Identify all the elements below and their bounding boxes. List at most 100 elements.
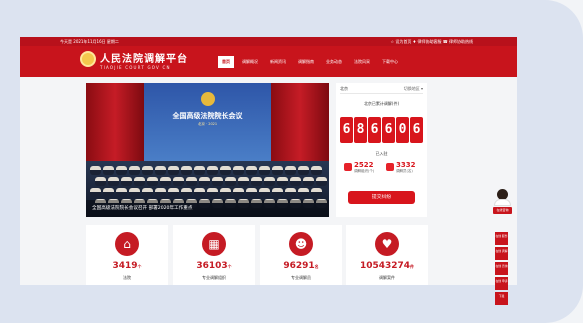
court-emblem-icon[interactable] <box>80 51 96 67</box>
counter-digit: 6 <box>410 117 423 143</box>
audience-member <box>108 177 119 186</box>
stat-value: 36103个 <box>196 261 232 271</box>
submit-dispute-button[interactable]: 提交纠纷 <box>348 191 415 204</box>
audience-member <box>121 177 132 186</box>
nav-downloads[interactable]: 下载中心 <box>378 56 402 68</box>
counter-digits: 6 8 6 6 0 6 <box>340 117 423 143</box>
audience-member <box>290 177 301 186</box>
nav-home[interactable]: 首页 <box>218 56 234 68</box>
audience-member <box>129 188 140 197</box>
audience-member <box>160 177 171 186</box>
court-icon: ⌂ <box>115 232 139 256</box>
nav-overview[interactable]: 调解概况 <box>238 56 262 68</box>
stat-card-mediators[interactable]: ☻ 96291名 专业调解员 <box>260 225 342 285</box>
consultant-body <box>494 199 511 206</box>
stat-value: 3419个 <box>112 261 142 271</box>
audience-member <box>142 188 153 197</box>
audience-member <box>277 177 288 186</box>
audience-member <box>233 188 244 197</box>
joined-title: 已入驻 <box>375 151 388 156</box>
audience-member <box>272 166 283 175</box>
audience-member <box>238 177 249 186</box>
audience-member <box>220 188 231 197</box>
audience-member <box>272 188 283 197</box>
audience-member <box>186 177 197 186</box>
counter-header: 北京 切换地区 ▾ <box>340 86 423 94</box>
audience-member <box>181 188 192 197</box>
audience-member <box>116 188 127 197</box>
audience-member <box>116 166 127 175</box>
audience-member <box>298 188 309 197</box>
red-curtain-right <box>271 83 329 161</box>
counter-title: 北京已累计调解(件) <box>363 101 400 106</box>
top-bar: 今天是 2021年11月16日 星期二 ☆ 设为首页 ♦ 律师协助客服 ☎ 律师… <box>20 37 517 46</box>
audience-member <box>225 177 236 186</box>
organizations-value: 2522 <box>354 161 374 169</box>
counter-digit: 6 <box>368 117 381 143</box>
mediation-counter-panel: 北京 切换地区 ▾ 北京已累计调解(件) 6 8 6 6 0 6 已入驻 252… <box>336 83 427 217</box>
nav-court[interactable]: 法院风采 <box>350 56 374 68</box>
organizations-stat: 2522 调解组织(个) <box>344 161 384 181</box>
audience-member <box>285 188 296 197</box>
audience-member <box>207 188 218 197</box>
stat-card-courts[interactable]: ⌂ 3419个 法院 <box>86 225 168 285</box>
stat-value: 96291名 <box>283 261 319 271</box>
handshake-icon: ♥ <box>375 232 399 256</box>
site-brand[interactable]: 人民法院调解平台 TIAOJIE COURT GOV CN <box>100 50 188 70</box>
stat-value: 10543274件 <box>359 261 415 271</box>
audience-member <box>259 188 270 197</box>
banner-subtitle: 北京 · 2021 <box>197 122 218 126</box>
side-appeal-button[interactable]: 在线 申诉 <box>495 277 508 290</box>
audience-member <box>251 177 262 186</box>
banner-title: 全国高级法院院长会议 <box>172 112 243 120</box>
consultation-label: 在线咨询 <box>493 207 512 214</box>
audience-member <box>103 166 114 175</box>
audience-member <box>220 166 231 175</box>
nav-news[interactable]: 新闻资讯 <box>266 56 290 68</box>
audience-member <box>199 177 210 186</box>
audience-member <box>303 177 314 186</box>
floating-side-menu: 在线 服务 在线 调解 在线 咨询 在线 申诉 下载 <box>495 232 508 307</box>
organizations-label: 调解组织(个) <box>354 169 375 173</box>
main-nav: 首页 调解概况 新闻资讯 调解指南 业务动态 法院风采 下载中心 <box>218 56 402 68</box>
switch-region-button[interactable]: 切换地区 ▾ <box>404 86 423 92</box>
nav-guide[interactable]: 调解指南 <box>294 56 318 68</box>
stat-card-organizations[interactable]: ▦ 36103个 专业调解组织 <box>173 225 255 285</box>
online-consultation-avatar[interactable]: 在线咨询 <box>493 189 512 217</box>
nav-business[interactable]: 业务动态 <box>322 56 346 68</box>
site-header: 人民法院调解平台 TIAOJIE COURT GOV CN 首页 调解概况 新闻… <box>20 46 517 77</box>
site-subtitle: TIAOJIE COURT GOV CN <box>100 65 171 70</box>
audience-member <box>194 166 205 175</box>
top-links[interactable]: ☆ 设为首页 ♦ 律师协助客服 ☎ 律师协助热线 <box>390 37 473 46</box>
mediators-stat: 3332 调解员(名) <box>386 161 426 181</box>
counter-digit: 6 <box>340 117 353 143</box>
audience-member <box>90 166 101 175</box>
stats-cards: ⌂ 3419个 法院 ▦ 36103个 专业调解组织 ☻ 96291名 专业调解… <box>86 225 428 285</box>
audience-member <box>316 177 327 186</box>
stat-card-cases[interactable]: ♥ 10543274件 调解案件 <box>346 225 428 285</box>
hero-caption[interactable]: 全国高级法院院长会议召开 部署2020年工作重点 <box>86 200 329 217</box>
side-download-button[interactable]: 下载 <box>495 292 508 305</box>
audience-member <box>233 166 244 175</box>
audience-member <box>168 188 179 197</box>
mediators-label: 调解员(名) <box>396 169 413 173</box>
date-text: 今天是 2021年11月16日 星期二 <box>60 39 119 44</box>
side-mediation-button[interactable]: 在线 调解 <box>495 247 508 260</box>
stat-label: 法院 <box>123 275 131 280</box>
hero-carousel[interactable]: 全国高级法院院长会议 北京 · 2021 全国高级法院院长会议召开 部署2020… <box>86 83 329 217</box>
side-consultation-button[interactable]: 在线 咨询 <box>495 262 508 275</box>
people-icon: ☻ <box>289 232 313 256</box>
audience-member <box>311 166 322 175</box>
national-emblem-icon <box>201 92 215 106</box>
audience-member <box>212 177 223 186</box>
audience-member <box>90 188 101 197</box>
audience-member <box>194 188 205 197</box>
audience-member <box>264 177 275 186</box>
audience-member <box>285 166 296 175</box>
mediators-value: 3332 <box>396 161 416 169</box>
stat-label: 专业调解组织 <box>202 275 226 280</box>
audience-member <box>298 166 309 175</box>
stat-label: 专业调解员 <box>291 275 311 280</box>
side-service-button[interactable]: 在线 服务 <box>495 232 508 245</box>
audience-member <box>147 177 158 186</box>
